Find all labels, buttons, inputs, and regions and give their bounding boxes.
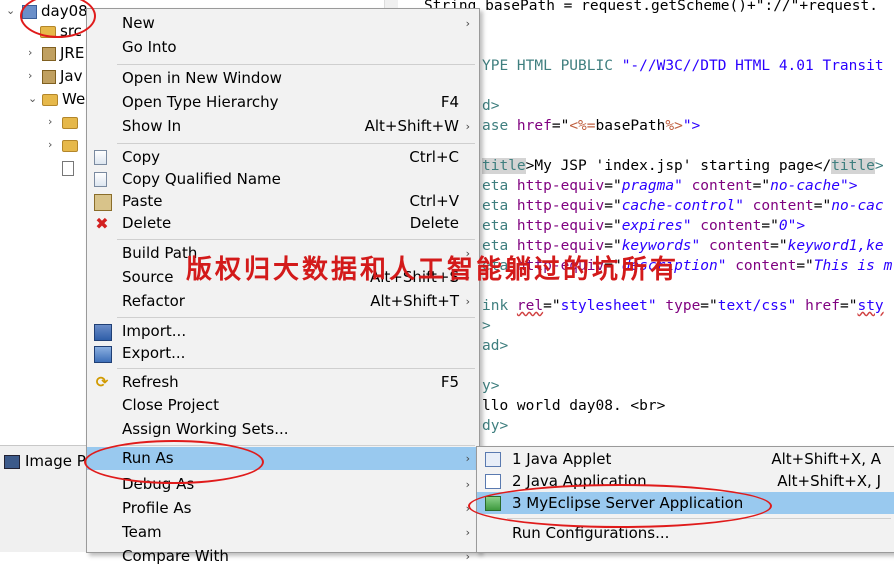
code-line: > <box>482 318 491 334</box>
menu-item-compare-with[interactable]: Compare With › <box>87 545 479 568</box>
code-line: ase href="<%=basePath%>"> <box>482 118 701 134</box>
chevron-down-icon[interactable]: ⌄ <box>28 88 38 110</box>
copy-icon <box>94 150 107 165</box>
image-preview-tab-label: Image Pr <box>25 452 92 470</box>
menu-item-refactor[interactable]: Refactor Alt+Shift+T › <box>87 290 479 313</box>
submenu-arrow-icon: › <box>465 550 470 563</box>
chevron-right-icon[interactable]: › <box>28 42 38 64</box>
copy-qualified-name-icon <box>94 172 107 187</box>
code-line: y> <box>482 378 500 394</box>
chevron-right-icon[interactable]: › <box>28 65 38 87</box>
image-preview-tab[interactable]: Image Pr <box>4 452 92 470</box>
code-line: eta http-equiv="cache-control" content="… <box>482 198 884 214</box>
menu-separator <box>117 64 475 65</box>
submenu-arrow-icon: › <box>465 17 470 30</box>
menu-item-profile-as[interactable]: Profile As › <box>87 497 479 520</box>
code-line: ad> <box>482 338 509 354</box>
submenu-item-java-applet[interactable]: 1 Java Applet Alt+Shift+X, A <box>477 448 894 470</box>
menu-item-open-type-hierarchy[interactable]: Open Type Hierarchy F4 <box>87 91 479 114</box>
code-line: d> <box>482 98 500 114</box>
import-icon <box>94 324 112 341</box>
java-application-icon <box>485 474 501 489</box>
menu-item-open-in-new-window[interactable]: Open in New Window <box>87 67 479 90</box>
chevron-right-icon[interactable]: › <box>48 111 58 133</box>
paste-icon <box>94 194 112 211</box>
menu-separator <box>117 368 475 369</box>
refresh-icon: ⟳ <box>95 373 109 391</box>
code-line: dy> <box>482 418 509 434</box>
menu-item-go-into[interactable]: Go Into <box>87 36 479 59</box>
delete-icon: ✖ <box>95 214 109 233</box>
submenu-arrow-icon: › <box>465 478 470 491</box>
menu-separator <box>117 317 475 318</box>
menu-item-assign-working-sets[interactable]: Assign Working Sets... <box>87 418 479 441</box>
code-line: String basePath = request.getScheme()+":… <box>424 0 878 14</box>
folder-icon <box>62 116 78 129</box>
chevron-down-icon[interactable]: ⌄ <box>6 0 16 22</box>
menu-item-close-project[interactable]: Close Project <box>87 394 479 417</box>
submenu-arrow-icon: › <box>465 526 470 539</box>
folder-icon <box>42 93 58 106</box>
java-applet-icon <box>485 452 501 467</box>
tree-item-label: Jav <box>60 67 83 85</box>
submenu-arrow-icon: › <box>465 295 470 308</box>
submenu-arrow-icon: › <box>465 120 470 133</box>
library-icon <box>42 69 56 84</box>
code-line: llo world day08. <br> <box>482 398 666 414</box>
image-preview-icon <box>4 454 20 469</box>
code-line: ink rel="stylesheet" type="text/css" hre… <box>482 298 884 314</box>
submenu-arrow-icon: › <box>465 452 470 465</box>
menu-item-delete[interactable]: ✖ Delete Delete <box>87 212 479 235</box>
annotation-ellipse-server-application <box>468 484 772 528</box>
tree-item-label: JRE <box>60 44 85 62</box>
library-icon <box>42 46 56 61</box>
code-line: title>My JSP 'index.jsp' starting page</… <box>482 158 884 174</box>
watermark-text: 版权归大数据和人工智能躺过的坑所有 <box>186 255 680 285</box>
export-icon <box>94 346 112 363</box>
menu-item-refresh[interactable]: ⟳ Refresh F5 <box>87 371 479 394</box>
menu-item-paste[interactable]: Paste Ctrl+V <box>87 190 479 213</box>
menu-separator <box>117 239 475 240</box>
menu-item-new[interactable]: New › <box>87 12 479 35</box>
menu-item-import[interactable]: Import... <box>87 320 479 343</box>
code-line: eta http-equiv="pragma" content="no-cach… <box>482 178 858 194</box>
annotation-ellipse-run-as <box>84 440 264 484</box>
code-line: YPE HTML PUBLIC "-//W3C//DTD HTML 4.01 T… <box>482 58 884 74</box>
folder-icon <box>62 139 78 152</box>
menu-item-team[interactable]: Team › <box>87 521 479 544</box>
tree-item-jsp-file[interactable] <box>62 157 78 179</box>
menu-item-copy-qualified-name[interactable]: Copy Qualified Name <box>87 168 479 191</box>
tree-item-label: We <box>62 90 86 108</box>
menu-item-copy[interactable]: Copy Ctrl+C <box>87 146 479 169</box>
chevron-right-icon[interactable]: › <box>48 134 58 156</box>
code-line: eta http-equiv="expires" content="0"> <box>482 218 806 234</box>
image-preview-view: Image Pr <box>0 445 92 552</box>
menu-item-export[interactable]: Export... <box>87 342 479 365</box>
menu-separator <box>117 143 475 144</box>
jsp-file-icon <box>62 161 74 176</box>
menu-item-show-in[interactable]: Show In Alt+Shift+W › <box>87 115 479 138</box>
